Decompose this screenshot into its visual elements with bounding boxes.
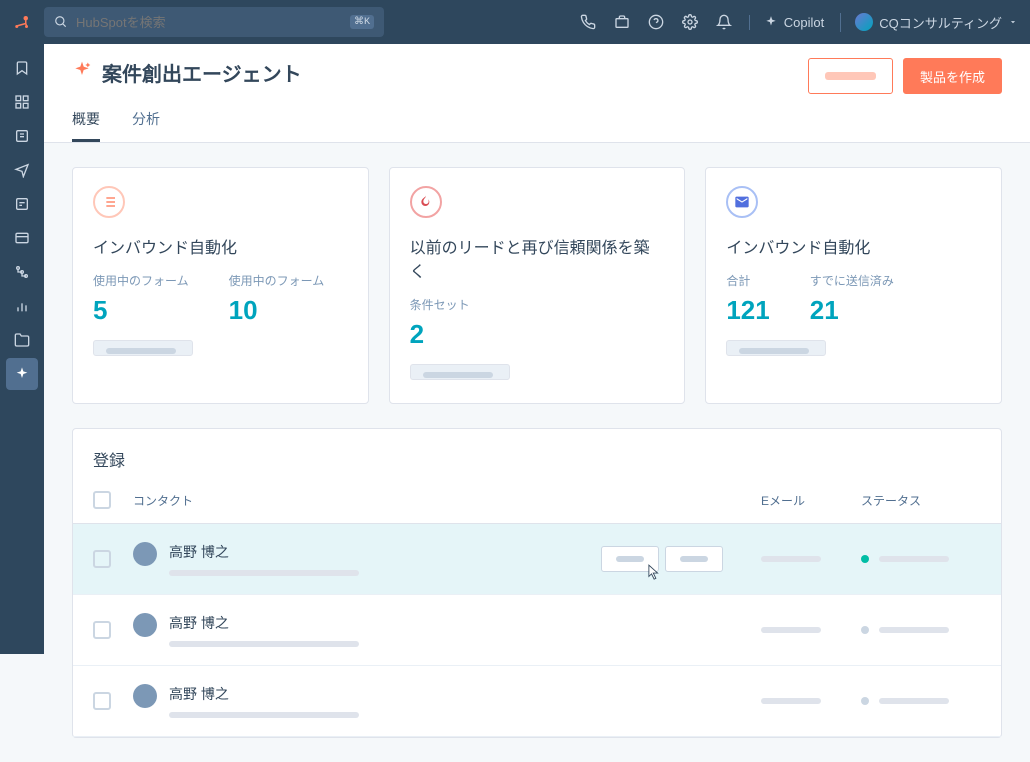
- copilot-label: Copilot: [784, 15, 824, 30]
- sidebar-commerce[interactable]: [6, 222, 38, 254]
- stat-label: 使用中のフォーム: [229, 272, 325, 289]
- sparkle-icon: [764, 15, 778, 29]
- account-menu[interactable]: CQコンサルティング: [840, 13, 1018, 32]
- account-label: CQコンサルティング: [879, 13, 1002, 32]
- contact-subtitle-placeholder: [169, 712, 359, 718]
- sidebar-marketing[interactable]: [6, 154, 38, 186]
- col-header-status: ステータス: [861, 492, 981, 509]
- stat-label: 使用中のフォーム: [93, 272, 189, 289]
- settings-icon[interactable]: [681, 13, 699, 31]
- card-footer-placeholder: [410, 364, 510, 380]
- row-checkbox[interactable]: [93, 550, 111, 568]
- create-product-button[interactable]: 製品を作成: [903, 58, 1002, 94]
- chevron-down-icon: [1008, 17, 1018, 27]
- envelope-icon: [726, 186, 758, 218]
- sidebar-ai-agent[interactable]: [6, 358, 38, 390]
- contact-subtitle-placeholder: [169, 641, 359, 647]
- contact-name: 高野 博之: [169, 542, 359, 562]
- status-dot: [861, 626, 869, 634]
- stat-label: 合計: [726, 272, 769, 289]
- row-action-button[interactable]: [601, 546, 659, 572]
- table-title: 登録: [73, 447, 1001, 477]
- row-checkbox[interactable]: [93, 621, 111, 639]
- account-avatar: [855, 13, 873, 31]
- contact-avatar: [133, 613, 157, 637]
- col-header-email: Eメール: [761, 492, 861, 509]
- email-placeholder: [761, 556, 821, 562]
- page-title: 案件創出エージェント: [102, 58, 302, 87]
- stat-value: 5: [93, 295, 189, 326]
- notifications-icon[interactable]: [715, 13, 733, 31]
- status-placeholder: [879, 556, 949, 562]
- table-row[interactable]: 高野 博之: [73, 595, 1001, 666]
- card-footer-placeholder: [726, 340, 826, 356]
- list-icon: [93, 186, 125, 218]
- sparkle-icon: [72, 60, 92, 85]
- status-placeholder: [879, 698, 949, 704]
- stat-value: 21: [810, 295, 894, 326]
- table-row[interactable]: 高野 博之: [73, 666, 1001, 737]
- hubspot-logo[interactable]: [12, 12, 32, 32]
- tab-概要[interactable]: 概要: [72, 99, 100, 142]
- search-input[interactable]: [76, 15, 342, 30]
- stat-value: 10: [229, 295, 325, 326]
- col-header-contact: コンタクト: [133, 492, 601, 509]
- email-placeholder: [761, 698, 821, 704]
- contact-avatar: [133, 542, 157, 566]
- summary-card[interactable]: インバウンド自動化使用中のフォーム 5 使用中のフォーム 10: [72, 167, 369, 404]
- stat-value: 2: [410, 319, 470, 350]
- sidebar-library[interactable]: [6, 324, 38, 356]
- contact-avatar: [133, 684, 157, 708]
- stat-value: 121: [726, 295, 769, 326]
- row-action-button[interactable]: [665, 546, 723, 572]
- tab-分析[interactable]: 分析: [132, 99, 160, 142]
- table-row[interactable]: 高野 博之: [73, 524, 1001, 595]
- marketplace-icon[interactable]: [613, 13, 631, 31]
- card-title: インバウンド自動化: [93, 234, 348, 258]
- phone-icon[interactable]: [579, 13, 597, 31]
- card-title: 以前のリードと再び信頼関係を築く: [410, 234, 665, 282]
- sidebar-bookmark[interactable]: [6, 52, 38, 84]
- card-title: インバウンド自動化: [726, 234, 981, 258]
- header-secondary-button[interactable]: [808, 58, 893, 94]
- sidebar-automation[interactable]: [6, 256, 38, 288]
- summary-card[interactable]: インバウンド自動化合計 121 すでに送信済み 21: [705, 167, 1002, 404]
- sidebar-workspaces[interactable]: [6, 86, 38, 118]
- sidebar-reporting[interactable]: [6, 290, 38, 322]
- status-dot: [861, 555, 869, 563]
- summary-card[interactable]: 以前のリードと再び信頼関係を築く条件セット 2: [389, 167, 686, 404]
- status-dot: [861, 697, 869, 705]
- select-all-checkbox[interactable]: [93, 491, 111, 509]
- contact-name: 高野 博之: [169, 613, 359, 633]
- sidebar-crm[interactable]: [6, 120, 38, 152]
- sidebar-content[interactable]: [6, 188, 38, 220]
- status-placeholder: [879, 627, 949, 633]
- fire-icon: [410, 186, 442, 218]
- search-shortcut: ⌘K: [350, 15, 374, 29]
- copilot-button[interactable]: Copilot: [749, 15, 824, 30]
- search-icon: [54, 15, 68, 29]
- sidebar-nav: [0, 44, 44, 654]
- global-search[interactable]: ⌘K: [44, 7, 384, 37]
- card-footer-placeholder: [93, 340, 193, 356]
- help-icon[interactable]: [647, 13, 665, 31]
- contact-subtitle-placeholder: [169, 570, 359, 576]
- row-checkbox[interactable]: [93, 692, 111, 710]
- email-placeholder: [761, 627, 821, 633]
- stat-label: すでに送信済み: [810, 272, 894, 289]
- contact-name: 高野 博之: [169, 684, 359, 704]
- stat-label: 条件セット: [410, 296, 470, 313]
